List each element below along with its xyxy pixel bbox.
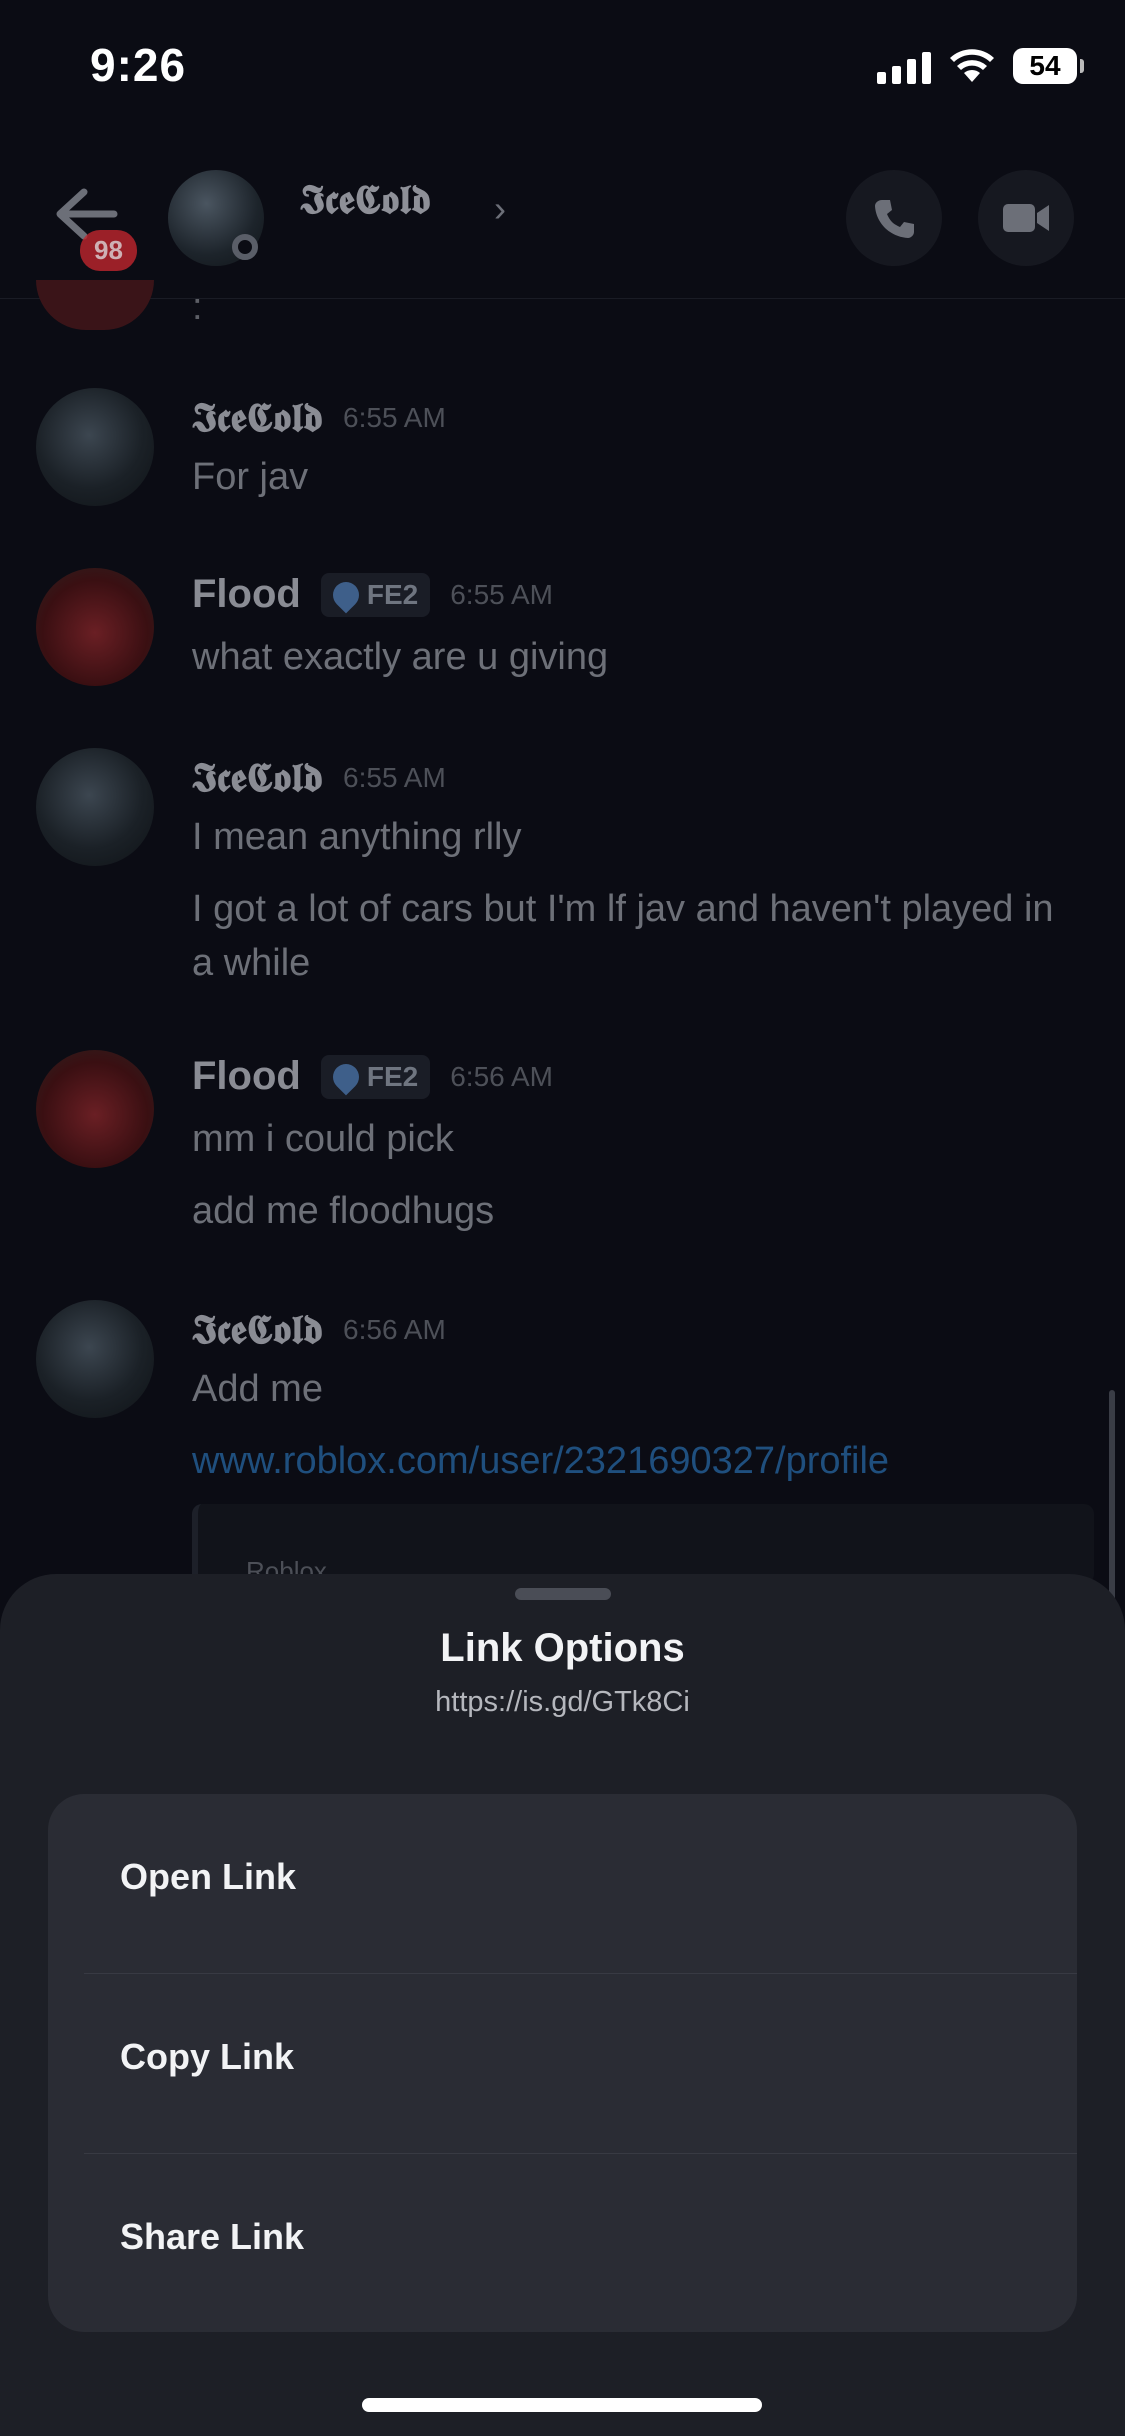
chevron-right-icon: › [494,188,506,229]
message-header: Flood FE2 6:56 AM [192,1054,553,1099]
header-username[interactable]: 𝕴𝖈𝖊𝕮𝖔𝖑𝖉 [300,176,431,223]
message-text: what exactly are u giving [192,636,609,678]
avatar[interactable] [36,748,154,866]
message-timestamp: 6:55 AM [343,401,446,433]
link-options-sheet: Link Options https://is.gd/GTk8Ci Open L… [0,1574,1125,2436]
avatar[interactable] [36,280,154,330]
message-author[interactable]: 𝕴𝖈𝖊𝕮𝖔𝖑𝖉 [192,394,323,441]
message-text: I mean anything rlly [192,816,522,858]
sheet-url: https://is.gd/GTk8Ci [435,1686,690,1718]
message-header: 𝕴𝖈𝖊𝕮𝖔𝖑𝖉 6:56 AM [192,1306,446,1353]
message-text: : [192,286,203,328]
server-tag[interactable]: FE2 [320,1054,431,1099]
message-link[interactable]: www.roblox.com/user/2321690327/profile [192,1434,1072,1488]
message-header: 𝕴𝖈𝖊𝕮𝖔𝖑𝖉 6:55 AM [192,754,446,801]
message-header: Flood FE2 6:55 AM [192,572,553,617]
video-call-button[interactable] [978,170,1074,266]
chat-header: 98 𝕴𝖈𝖊𝕮𝖔𝖑𝖉 › [0,130,1125,299]
video-camera-icon [1003,204,1049,232]
message-author[interactable]: 𝕴𝖈𝖊𝕮𝖔𝖑𝖉 [192,1306,323,1353]
status-icons: 54 [877,48,1084,84]
avatar[interactable] [36,1300,154,1418]
wifi-icon [950,49,994,82]
copy-link-button[interactable]: Copy Link [48,1974,1077,2154]
screen: 9:26 54 98 𝕴𝖈𝖊𝕮𝖔𝖑𝖉 ›: 𝕴𝖈𝖊𝕮𝖔𝖑𝖉 6:55 AM F… [0,0,1125,2436]
avatar[interactable] [36,1050,154,1168]
drop-icon [327,1058,365,1095]
share-link-button[interactable]: Share Link [48,2154,1077,2332]
message-timestamp: 6:55 AM [450,578,553,610]
message-timestamp: 6:56 AM [450,1060,553,1092]
avatar[interactable] [36,568,154,686]
open-link-button[interactable]: Open Link [48,1794,1077,1974]
voice-call-button[interactable] [846,170,942,266]
scrollbar[interactable] [1109,1390,1115,1610]
status-bar: 9:26 54 [0,0,1125,130]
message-text: For jav [192,456,309,498]
avatar[interactable] [36,388,154,506]
options-list: Open Link Copy Link Share Link [48,1794,1077,2332]
server-tag[interactable]: FE2 [320,572,431,617]
cellular-signal-icon [877,48,931,84]
message-text: Add me [192,1368,323,1410]
option-label: Share Link [120,2216,305,2257]
message-text: mm i could pick [192,1118,454,1160]
message-author[interactable]: Flood [192,572,301,617]
message-text: I got a lot of cars but I'm lf jav and h… [192,888,1054,984]
sheet-grabber[interactable] [515,1588,611,1600]
server-tag-label: FE2 [366,1060,419,1092]
message-header: 𝕴𝖈𝖊𝕮𝖔𝖑𝖉 6:55 AM [192,394,446,441]
message-author[interactable]: Flood [192,1054,301,1099]
server-tag-label: FE2 [366,578,419,610]
status-time: 9:26 [90,39,187,91]
drop-icon [327,576,365,613]
link-embed[interactable]: Roblox [192,1504,1094,1586]
message-text: add me floodhugs [192,1190,495,1232]
sheet-title: Link Options [440,1626,685,1670]
message-author[interactable]: 𝕴𝖈𝖊𝕮𝖔𝖑𝖉 [192,754,323,801]
battery-icon: 54 [1013,48,1084,84]
option-label: Open Link [120,1856,297,1897]
status-dot [232,234,258,260]
option-label: Copy Link [120,2036,295,2077]
home-indicator[interactable] [362,2398,762,2412]
message-timestamp: 6:55 AM [343,761,446,793]
message-timestamp: 6:56 AM [343,1313,446,1345]
phone-icon [875,200,914,238]
unread-badge: 98 [80,230,137,271]
